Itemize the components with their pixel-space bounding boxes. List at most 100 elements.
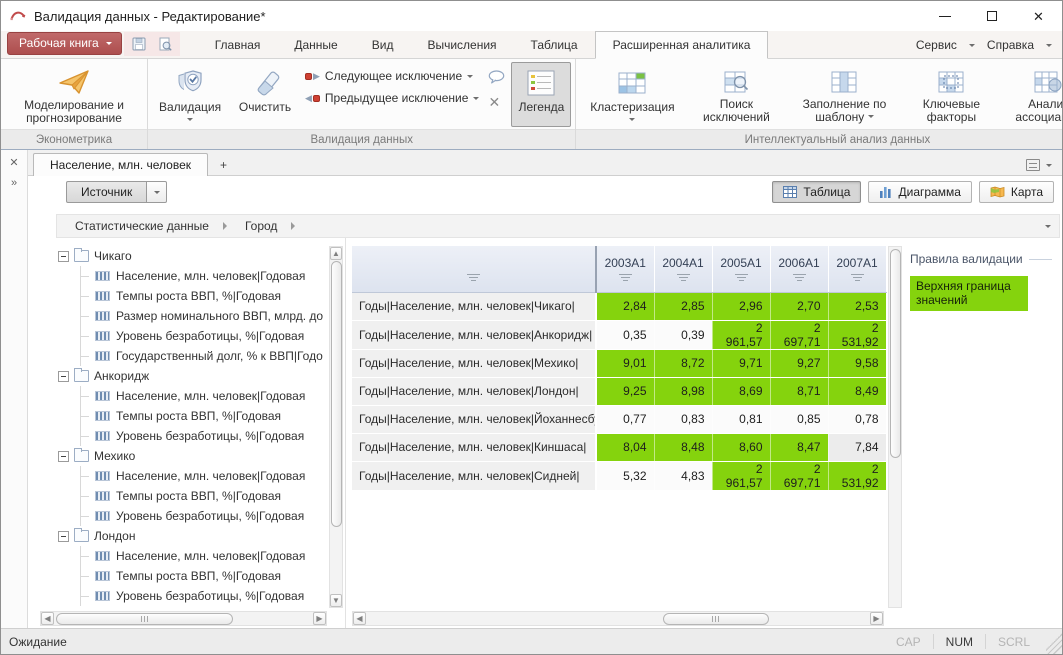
view-table-button[interactable]: Таблица [772,181,861,203]
grid-row-label[interactable]: Годы|Население, млн. человек|Сидней| [352,461,596,490]
tree-node-city[interactable]: Анкоридж [58,366,325,386]
grid-row-label[interactable]: Годы|Население, млн. человек|Анкоридж| [352,320,596,349]
tree-node-series[interactable]: Уровень безработицы, %|Годовая [81,426,325,446]
grid-cell[interactable]: 5,32 [596,461,654,490]
grid-cell[interactable]: 0,85 [770,405,828,433]
grid-corner-header[interactable] [352,246,596,292]
comment-button[interactable] [488,70,505,87]
breadcrumb-item-city[interactable]: Город [241,219,281,233]
grid-row-label[interactable]: Годы|Население, млн. человек|Йоханнесбур… [352,405,596,433]
tree-hscroll-thumb[interactable] [56,613,233,625]
grid-cell[interactable]: 2,70 [770,292,828,320]
chevron-down-icon[interactable] [969,44,975,50]
grid-cell[interactable]: 2,85 [654,292,712,320]
menu-spravka[interactable]: Справка [979,38,1042,52]
minimize-button[interactable] [921,1,968,31]
grid-cell[interactable]: 4,83 [654,461,712,490]
tree-node-series[interactable]: Население, млн. человек|Годовая [81,266,325,286]
grid-cell[interactable]: 8,98 [654,377,712,405]
breadcrumb-item-statistics[interactable]: Статистические данные [71,219,213,233]
scroll-down-button[interactable]: ▼ [330,594,342,607]
grid-cell[interactable]: 0,83 [654,405,712,433]
tree-vscroll-thumb[interactable] [331,261,342,527]
filter-icon[interactable] [467,274,480,281]
grid-cell[interactable]: 8,49 [828,377,886,405]
grid-cell[interactable]: 8,47 [770,433,828,461]
scroll-left-button[interactable]: ◀ [353,612,366,625]
view-chart-button[interactable]: Диаграмма [868,181,971,203]
breadcrumb-dropdown-icon[interactable] [1045,225,1051,231]
collapse-expander-icon[interactable] [58,531,69,542]
tree-node-series[interactable]: Темпы роста ВВП, %|Годовая [81,286,325,306]
collapse-expander-icon[interactable] [58,371,69,382]
grid-cell[interactable]: 8,69 [712,377,770,405]
grid-vertical-scrollbar[interactable] [888,246,902,608]
maximize-button[interactable] [968,1,1015,31]
panel-close-button[interactable]: ✕ [9,156,18,169]
collapse-expander-icon[interactable] [58,451,69,462]
filter-icon[interactable] [735,274,748,281]
grid-row-label[interactable]: Годы|Население, млн. человек|Мехико| [352,349,596,377]
window-layout-icon[interactable] [1026,159,1040,171]
grid-cell[interactable]: 9,25 [596,377,654,405]
grid-cell[interactable]: 9,01 [596,349,654,377]
grid-cell[interactable]: 0,77 [596,405,654,433]
delete-rule-button[interactable]: ✕ [488,95,505,109]
tree-node-series[interactable]: Темпы роста ВВП, %|Годовая [81,406,325,426]
grid-cell[interactable]: 2 697,71 [770,461,828,490]
document-tab-active[interactable]: Население, млн. человек [33,153,208,176]
association-analysis-button[interactable]: Анализ ассоциаций [1002,62,1063,127]
grid-row-label[interactable]: Годы|Население, млн. человек|Киншаса| [352,433,596,461]
grid-column-header[interactable]: 2005A1 [712,246,770,292]
grid-column-header[interactable]: 2006A1 [770,246,828,292]
clustering-button[interactable]: Кластеризация [580,62,684,127]
grid-cell[interactable]: 7,84 [828,433,886,461]
grid-cell[interactable]: 9,27 [770,349,828,377]
grid-hscroll-thumb[interactable] [663,613,769,625]
grid-cell[interactable]: 0,81 [712,405,770,433]
tab-tablitsa[interactable]: Таблица [514,31,595,58]
scroll-right-button[interactable]: ▶ [870,612,883,625]
preview-button[interactable] [155,35,175,54]
grid-vscroll-thumb[interactable] [890,249,901,458]
tab-vychisleniya[interactable]: Вычисления [410,31,513,58]
grid-horizontal-scrollbar[interactable]: ◀ ▶ [352,611,884,626]
workbook-menu-button[interactable]: Рабочая книга [7,32,122,55]
tree-node-series[interactable]: Темпы роста ВВП, %|Годовая [81,486,325,506]
tree-node-series[interactable]: Уровень безработицы, %|Годовая [81,586,325,606]
tree-horizontal-scrollbar[interactable]: ◀ ▶ [40,611,327,626]
grid-cell[interactable]: 2,53 [828,292,886,320]
source-button[interactable]: Источник [66,181,147,203]
collapse-expander-icon[interactable] [58,251,69,262]
grid-cell[interactable]: 2 531,92 [828,461,886,490]
grid-cell[interactable]: 0,39 [654,320,712,349]
resize-grip[interactable] [1046,629,1062,654]
scroll-left-button[interactable]: ◀ [41,612,54,625]
filter-icon[interactable] [619,274,632,281]
tree-node-series[interactable]: Население, млн. человек|Годовая [81,386,325,406]
tab-vid[interactable]: Вид [355,31,411,58]
clear-button[interactable]: Очистить [230,62,300,127]
validation-button[interactable]: Валидация [152,62,228,127]
modeling-forecasting-button[interactable]: Моделирование и прогнозирование [5,62,143,127]
tree-node-series[interactable]: Государственный долг, % к ВВП|Годо [81,346,325,366]
new-tab-button[interactable]: + [208,155,239,175]
tree-node-series[interactable]: Уровень безработицы, %|Годовая [81,326,325,346]
grid-cell[interactable]: 8,04 [596,433,654,461]
tree-node-city[interactable]: Лондон [58,526,325,546]
tree-node-series[interactable]: Размер номинального ВВП, млрд. до [81,306,325,326]
key-factors-button[interactable]: Ключевые факторы [908,62,994,127]
validation-rule-badge[interactable]: Верхняя граница значений [910,276,1028,311]
grid-cell[interactable]: 0,35 [596,320,654,349]
grid-cell[interactable]: 8,72 [654,349,712,377]
grid-cell[interactable]: 2 961,57 [712,320,770,349]
tree-node-series[interactable]: Уровень безработицы, %|Годовая [81,506,325,526]
next-exception-button[interactable]: ▶ Следующее исключение [302,68,482,84]
exception-search-button[interactable]: Поиск исключений [692,62,780,127]
tree-node-city[interactable]: Мехико [58,446,325,466]
grid-cell[interactable]: 8,71 [770,377,828,405]
menu-servis[interactable]: Сервис [908,38,965,52]
grid-column-header[interactable]: 2007A1 [828,246,886,292]
grid-cell[interactable]: 0,78 [828,405,886,433]
grid-cell[interactable]: 2 961,57 [712,461,770,490]
